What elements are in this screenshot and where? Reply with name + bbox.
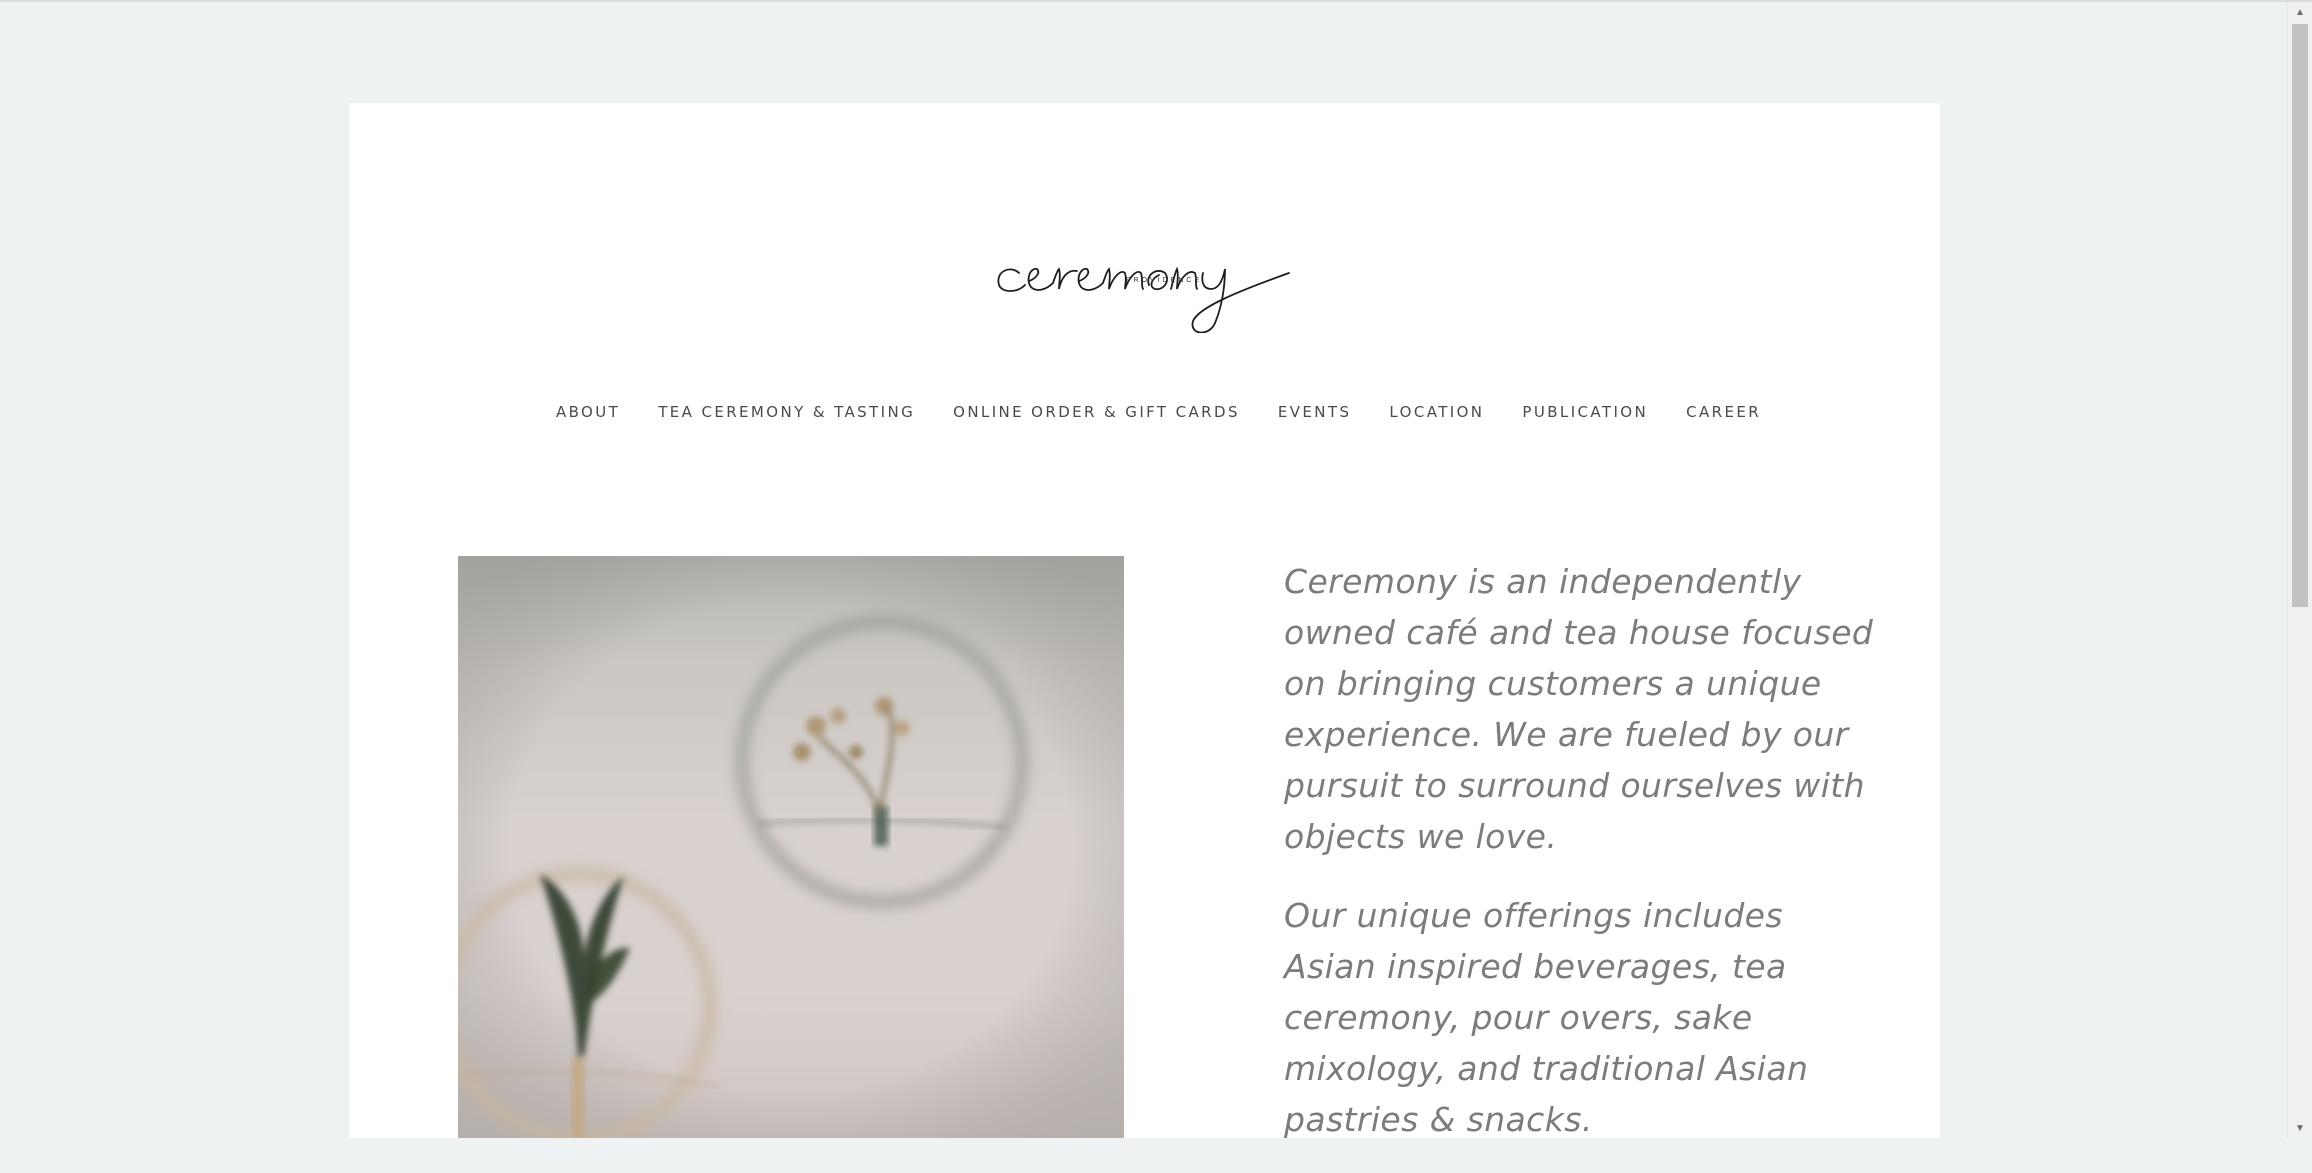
nav-item-location[interactable]: LOCATION [1389,403,1484,421]
chevron-up-icon[interactable]: ▲ [2288,2,2312,22]
nav-item-tea-ceremony-tasting[interactable]: TEA CEREMONY & TASTING [658,403,915,421]
scrollbar-thumb[interactable] [2292,24,2308,607]
ceremony-logo[interactable] [989,213,1319,333]
chevron-down-icon[interactable]: ▼ [2288,1118,2312,1138]
vertical-scrollbar[interactable]: ▲ ▼ [2287,2,2312,1138]
intro-paragraph: Ceremony is an independently owned café … [1284,562,1874,856]
intro-section: Ceremony is an independently owned café … [1284,556,1884,1173]
ceremony-logo-script-icon [997,266,1290,333]
nav-item-publication[interactable]: PUBLICATION [1522,403,1648,421]
browser-viewport: PROVIDENCE ABOUT TEA CEREMONY & TASTING … [0,0,2312,1139]
offerings-paragraph: Our unique offerings includes Asian insp… [1284,896,1809,1139]
logo-subtitle: PROVIDENCE [1125,277,1203,284]
site-content: PROVIDENCE ABOUT TEA CEREMONY & TASTING … [349,103,1940,1139]
hero-photo [458,556,1124,1138]
nav-item-online-order-gift-cards[interactable]: ONLINE ORDER & GIFT CARDS [953,403,1240,421]
nav-item-events[interactable]: EVENTS [1278,403,1352,421]
nav-item-about[interactable]: ABOUT [556,403,620,421]
main-navigation: ABOUT TEA CEREMONY & TASTING ONLINE ORDE… [349,403,1940,421]
nav-item-career[interactable]: CAREER [1686,403,1761,421]
